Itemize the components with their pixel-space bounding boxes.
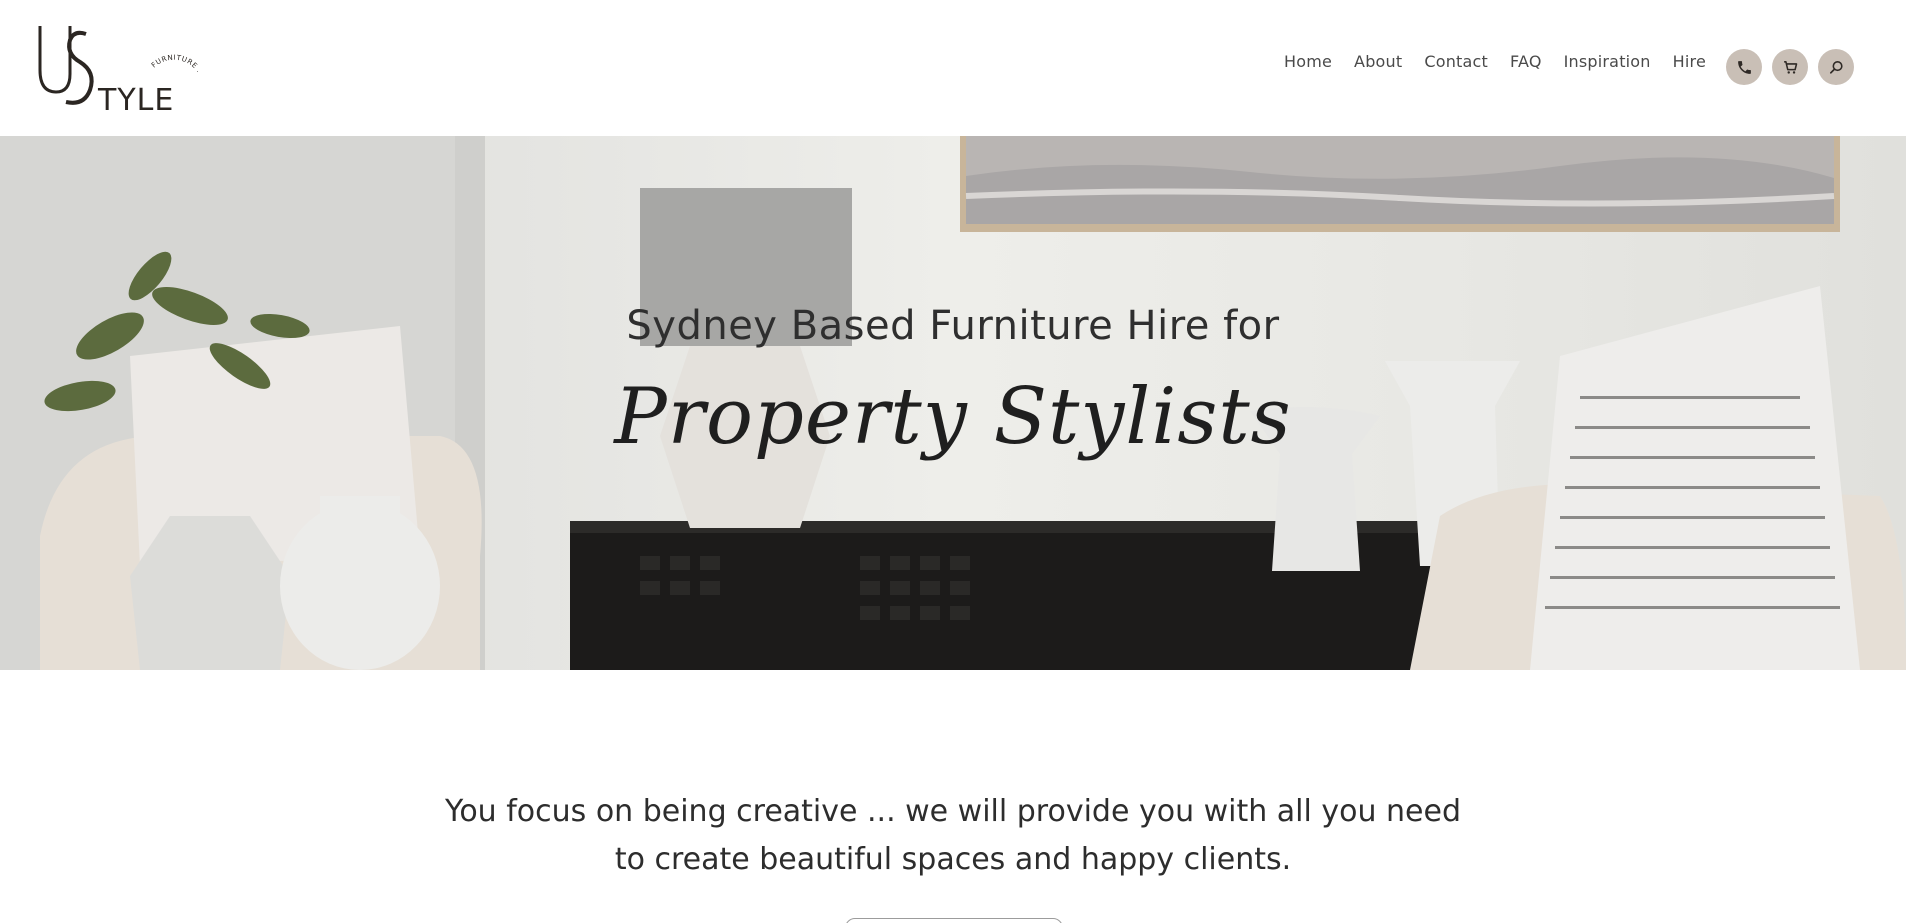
svg-text:TYLE: TYLE <box>97 83 174 116</box>
search-button[interactable] <box>1818 49 1854 85</box>
nav-inspiration[interactable]: Inspiration <box>1564 52 1651 71</box>
page: TYLE FURNITURE HIRE Home About Contact F… <box>0 0 1906 923</box>
phone-icon <box>1737 60 1751 74</box>
intro-line-2: to create beautiful spaces and happy cli… <box>614 842 1292 877</box>
header-icon-buttons <box>1716 49 1854 85</box>
site-logo[interactable]: TYLE FURNITURE HIRE <box>36 22 198 116</box>
phone-button[interactable] <box>1726 49 1762 85</box>
intro-line-1: You focus on being creative ... we will … <box>444 794 1462 829</box>
logo-mark: TYLE FURNITURE HIRE <box>38 26 198 116</box>
nav-about[interactable]: About <box>1354 52 1402 71</box>
hero-banner: Sydney Based Furniture Hire for Property… <box>0 136 1906 670</box>
hero-subtitle: Sydney Based Furniture Hire for <box>626 303 1280 349</box>
cart-icon <box>1783 60 1797 74</box>
site-header: TYLE FURNITURE HIRE Home About Contact F… <box>0 0 1906 136</box>
hero-title: Property Stylists <box>614 372 1292 462</box>
cta-button[interactable] <box>845 918 1063 923</box>
cart-button[interactable] <box>1772 49 1808 85</box>
nav-hire[interactable]: Hire <box>1673 52 1706 71</box>
search-icon <box>1829 60 1843 74</box>
nav-faq[interactable]: FAQ <box>1510 52 1542 71</box>
nav-contact[interactable]: Contact <box>1424 52 1488 71</box>
intro-text: You focus on being creative ... we will … <box>0 788 1906 884</box>
main-nav: Home About Contact FAQ Inspiration Hire <box>1262 52 1706 71</box>
nav-home[interactable]: Home <box>1284 52 1332 71</box>
